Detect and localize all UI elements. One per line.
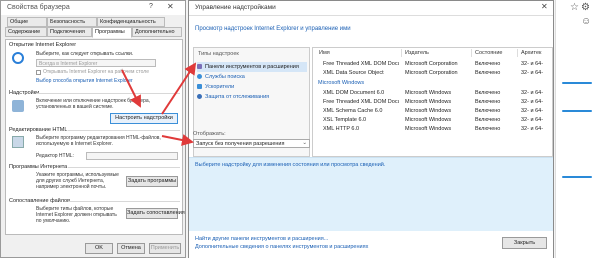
arrow-to-button <box>121 69 141 108</box>
arrow-to-toolbars <box>161 62 197 115</box>
arrow-to-show-select <box>161 134 194 146</box>
annotation-arrows <box>121 62 197 146</box>
